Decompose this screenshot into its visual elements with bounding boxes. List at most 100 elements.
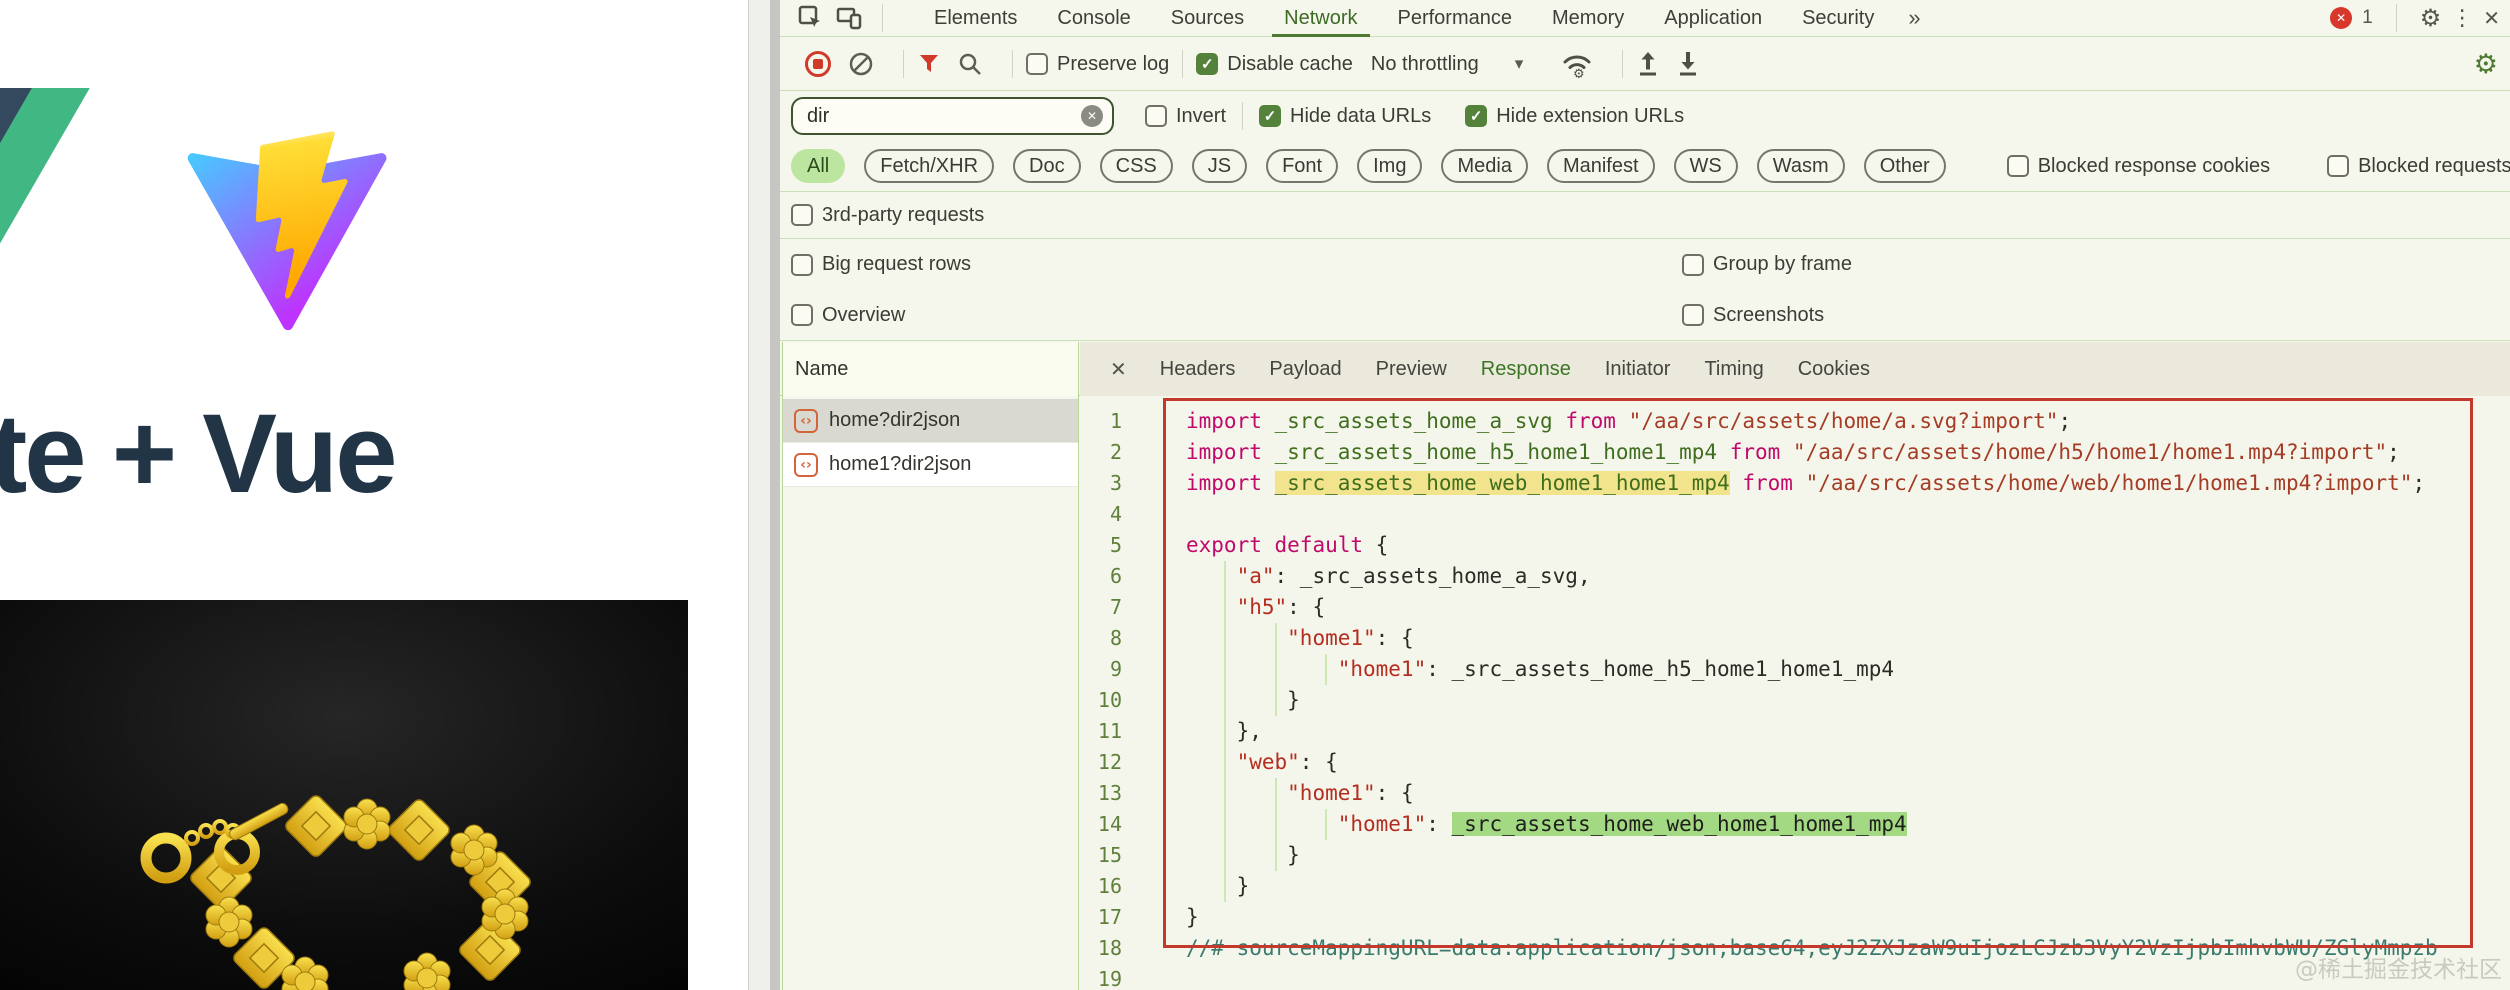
filter-pill-wasm[interactable]: Wasm <box>1756 149 1845 183</box>
inspect-element-icon[interactable] <box>792 5 830 31</box>
divider <box>1242 102 1244 130</box>
big-request-rows-checkbox[interactable] <box>791 253 813 276</box>
code-line: 16 } <box>1080 871 2510 902</box>
tab-elements[interactable]: Elements <box>914 0 1037 37</box>
response-code-viewer[interactable]: 1 import _src_assets_home_a_svg from "/aa… <box>1080 396 2510 990</box>
filter-pill-all[interactable]: All <box>791 149 846 183</box>
network-conditions-icon[interactable]: ⚙ <box>1561 49 1593 79</box>
filter-pill-js[interactable]: JS <box>1191 149 1248 183</box>
code-tokens: "home1": _src_assets_home_h5_home1_home1… <box>1136 654 1894 685</box>
more-tabs-icon[interactable]: » <box>1894 5 1934 31</box>
filter-pill-other[interactable]: Other <box>1863 149 1946 183</box>
network-settings-gear-icon[interactable]: ⚙ <box>2474 49 2498 80</box>
filter-pill-img[interactable]: Img <box>1357 149 1423 183</box>
indent-guide <box>1325 809 1327 840</box>
code-token: "/aa/src/assets/home/web/home1/home1.mp4… <box>1805 471 2413 495</box>
detail-tab-payload[interactable]: Payload <box>1252 358 1358 381</box>
more-options-dots-icon[interactable]: ⋮ <box>2451 6 2473 31</box>
request-name: home?dir2json <box>829 409 961 431</box>
invert-checkbox[interactable] <box>1145 105 1167 127</box>
code-token: : <box>1426 812 1452 836</box>
close-detail-pane-icon[interactable]: ✕ <box>1094 357 1143 381</box>
code-token: : { <box>1375 781 1414 805</box>
code-line: 9 "home1": _src_assets_home_h5_home1_hom… <box>1080 654 2510 685</box>
script-file-icon: ‹› <box>794 452 818 477</box>
clear-filter-icon[interactable]: ✕ <box>1081 105 1103 127</box>
hide-extension-urls-checkbox[interactable] <box>1465 105 1488 127</box>
line-number: 10 <box>1097 688 1122 712</box>
preserve-log-checkbox[interactable] <box>1026 53 1048 75</box>
detail-tab-response[interactable]: Response <box>1464 358 1588 381</box>
tab-application[interactable]: Application <box>1644 0 1782 37</box>
tab-network[interactable]: Network <box>1264 0 1377 37</box>
error-badge-icon[interactable]: ✕ <box>2330 7 2353 29</box>
export-har-icon[interactable] <box>1676 50 1700 78</box>
blocked-response-cookies-checkbox[interactable] <box>2006 155 2029 177</box>
invert-label: Invert <box>1176 104 1227 127</box>
hide-data-urls-checkbox[interactable] <box>1259 105 1282 127</box>
code-tokens: //# sourceMappingURL=data:application/js… <box>1136 933 2438 964</box>
overview-checkbox[interactable] <box>791 304 813 326</box>
tab-console[interactable]: Console <box>1037 0 1150 37</box>
filter-pill-media[interactable]: Media <box>1441 149 1528 183</box>
filter-pill-fetch-xhr[interactable]: Fetch/XHR <box>864 149 995 183</box>
filter-pill-ws[interactable]: WS <box>1673 149 1738 183</box>
throttling-dropdown[interactable]: No throttling ▾ <box>1371 53 1523 76</box>
filter-pill-font[interactable]: Font <box>1266 149 1339 183</box>
tab-performance[interactable]: Performance <box>1378 0 1533 37</box>
code-tokens: import _src_assets_home_h5_home1_home1_m… <box>1136 437 2400 468</box>
code-token: from <box>1742 471 1793 495</box>
tab-sources[interactable]: Sources <box>1151 0 1264 37</box>
code-token: ; <box>2387 440 2400 464</box>
code-token: "home1" <box>1287 626 1376 650</box>
close-devtools-icon[interactable]: ✕ <box>2483 6 2500 30</box>
filter-pill-manifest[interactable]: Manifest <box>1546 149 1655 183</box>
divider <box>2395 4 2397 32</box>
code-token: } <box>1186 905 1199 929</box>
view-options-row-1: Big request rows Group by frame <box>780 239 2510 290</box>
tab-security[interactable]: Security <box>1782 0 1894 37</box>
line-number: 16 <box>1097 874 1122 898</box>
detail-tab-timing[interactable]: Timing <box>1687 358 1780 381</box>
third-party-requests-checkbox[interactable] <box>791 204 813 226</box>
code-token: "/aa/src/assets/home/h5/home1/home1.mp4?… <box>1792 440 2388 464</box>
clear-network-log-icon[interactable] <box>848 51 874 77</box>
filter-input[interactable]: dir ✕ <box>791 97 1114 135</box>
error-count[interactable]: 1 <box>2362 7 2373 29</box>
device-toolbar-icon[interactable] <box>830 6 869 31</box>
filter-pill-css[interactable]: CSS <box>1099 149 1173 183</box>
chevron-down-icon: ▾ <box>1514 54 1524 74</box>
tab-memory[interactable]: Memory <box>1532 0 1644 37</box>
line-number: 4 <box>1109 502 1122 526</box>
filter-pill-doc[interactable]: Doc <box>1013 149 1081 183</box>
detail-tab-initiator[interactable]: Initiator <box>1588 358 1688 381</box>
divider <box>1622 50 1624 78</box>
detail-tab-preview[interactable]: Preview <box>1359 358 1464 381</box>
view-options-row-2: Overview Screenshots <box>780 290 2510 341</box>
request-row[interactable]: ‹› home?dir2json <box>783 399 1078 443</box>
name-column-header[interactable]: Name <box>782 342 1079 396</box>
screenshots-checkbox[interactable] <box>1682 304 1704 326</box>
tabbar-right-controls: ✕ 1 ⚙ ⋮ ✕ <box>2330 4 2510 32</box>
disable-cache-checkbox[interactable] <box>1196 53 1219 75</box>
line-number: 8 <box>1109 626 1122 650</box>
import-har-icon[interactable] <box>1636 50 1660 78</box>
detail-tab-headers[interactable]: Headers <box>1143 358 1253 381</box>
code-token: //# sourceMappingURL=data:application/js… <box>1186 936 2438 960</box>
devtools-resize-handle[interactable] <box>748 0 780 990</box>
request-row[interactable]: ‹› home1?dir2json <box>783 443 1078 487</box>
filter-funnel-icon[interactable] <box>917 52 941 76</box>
group-by-frame-checkbox[interactable] <box>1682 253 1704 276</box>
record-network-log-button[interactable] <box>804 50 832 78</box>
code-token: } <box>1186 688 1300 712</box>
detail-tab-cookies[interactable]: Cookies <box>1781 358 1887 381</box>
blocked-response-cookies-label: Blocked response cookies <box>2037 154 2271 177</box>
search-icon[interactable] <box>957 51 983 77</box>
settings-gear-icon[interactable]: ⚙ <box>2420 4 2442 32</box>
blocked-requests-checkbox[interactable] <box>2327 155 2350 177</box>
